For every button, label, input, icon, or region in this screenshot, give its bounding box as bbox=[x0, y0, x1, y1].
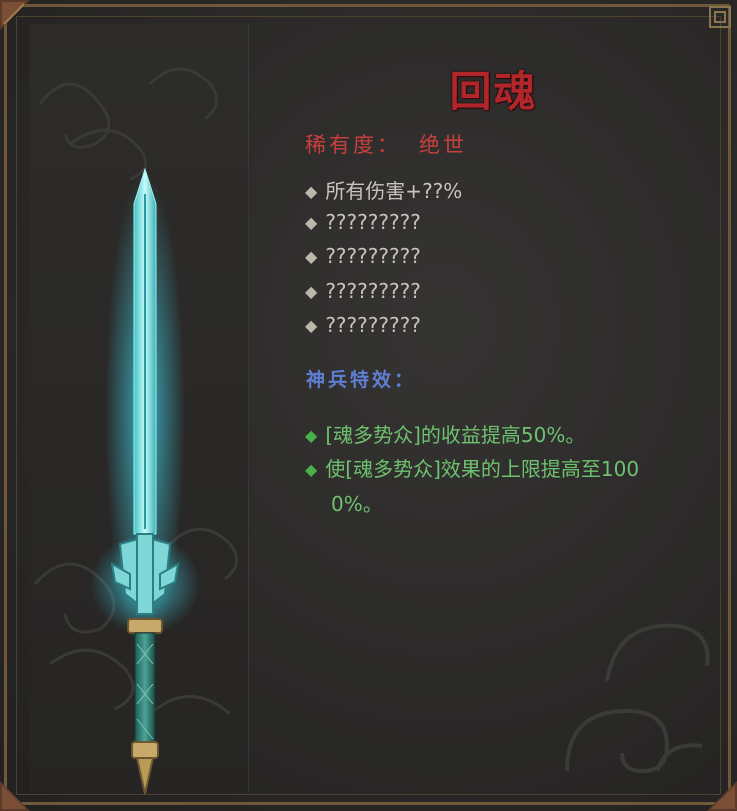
diamond-bullet-icon: ◆ bbox=[305, 316, 318, 335]
rarity-value: 绝世 bbox=[419, 133, 467, 157]
stat-text: ????????? bbox=[325, 313, 421, 337]
stat-line: ◆ 所有伤害+??% bbox=[305, 175, 462, 204]
item-tooltip-panel: 回魂 稀有度： 绝世 ◆ 所有伤害+??% ◆????????? ◆????????… bbox=[0, 0, 737, 811]
effect-text: [魂多势众]的收益提高50%。 bbox=[325, 423, 586, 447]
stat-text: ????????? bbox=[325, 210, 421, 234]
corner-ornament-icon bbox=[709, 6, 731, 28]
stat-text: ????????? bbox=[325, 279, 421, 303]
diamond-bullet-icon: ◆ bbox=[305, 213, 318, 232]
corner-ornament-icon bbox=[0, 781, 30, 811]
corner-ornament-icon bbox=[0, 0, 30, 30]
special-effects-heading: 神兵特效： bbox=[306, 369, 417, 391]
item-name: 回魂 bbox=[449, 67, 538, 116]
glowing-jade-sword-icon bbox=[90, 167, 200, 795]
stat-text: 所有伤害+??% bbox=[325, 179, 463, 203]
effect-item: ◆ [魂多势众]的收益提高50%。 bbox=[305, 418, 705, 453]
diamond-bullet-icon: ◆ bbox=[305, 460, 318, 479]
diamond-bullet-icon: ◆ bbox=[305, 247, 318, 266]
stat-text: ????????? bbox=[325, 244, 421, 268]
rarity-line: 稀有度： 绝世 bbox=[305, 129, 467, 159]
effect-item: ◆ 使[魂多势众]效果的上限提高至100 0%。 bbox=[305, 452, 705, 521]
diamond-bullet-icon: ◆ bbox=[305, 282, 318, 301]
effect-text: 使[魂多势众]效果的上限提高至100 bbox=[325, 457, 640, 481]
diamond-bullet-icon: ◆ bbox=[305, 182, 318, 201]
cloud-pattern-icon bbox=[565, 623, 710, 774]
stat-line: ◆????????? bbox=[305, 244, 421, 268]
diamond-bullet-icon: ◆ bbox=[305, 426, 318, 445]
effect-text-continued: 0%。 bbox=[331, 492, 383, 516]
weapon-image-pane bbox=[30, 24, 249, 795]
stat-line: ◆????????? bbox=[305, 313, 421, 337]
stat-line: ◆????????? bbox=[305, 279, 421, 303]
stat-line: ◆????????? bbox=[305, 210, 421, 234]
rarity-label: 稀有度： bbox=[305, 133, 401, 157]
